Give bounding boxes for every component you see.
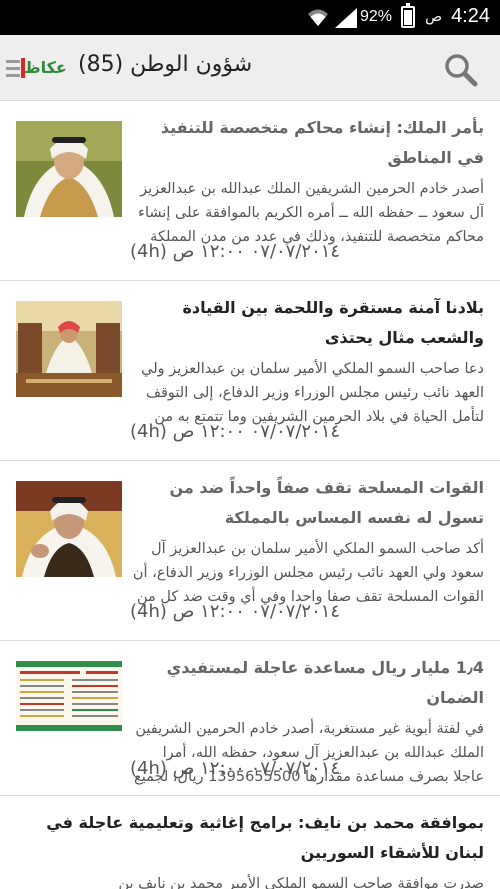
battery-percent: 92% bbox=[359, 8, 392, 25]
article-age: (4h) bbox=[130, 421, 167, 442]
status-ampm: ص bbox=[425, 9, 442, 25]
signal-icon bbox=[335, 8, 357, 28]
list-item[interactable]: بموافقة محمد بن نايف: برامج إغاثية وتعلي… bbox=[0, 796, 500, 889]
article-thumbnail[interactable] bbox=[16, 481, 122, 577]
article-meta: (4h) ٠٧/٠٧/٢٠١٤ ١٢:٠٠ ص bbox=[130, 421, 484, 442]
article-thumbnail[interactable] bbox=[16, 301, 122, 397]
app-logo[interactable]: عكاظ bbox=[21, 56, 72, 80]
list-item[interactable]: القوات المسلحة تقف صفاً واحداً ضد من تسو… bbox=[0, 461, 500, 641]
article-headline[interactable]: 1٫4 مليار ريال مساعدة عاجلة لمستفيدي الض… bbox=[130, 653, 484, 713]
article-age: (4h) bbox=[130, 601, 167, 622]
article-age: (4h) bbox=[130, 758, 167, 779]
article-snippet: أكد صاحب السمو الملكي الأمير سلمان بن عب… bbox=[132, 541, 484, 605]
article-snippet: أصدر خادم الحرمين الشريفين الملك عبدالله… bbox=[138, 181, 484, 245]
article-date: ٠٧/٠٧/٢٠١٤ ١٢:٠٠ ص bbox=[172, 758, 341, 779]
article-snippet: صدرت موافقة صاحب السمو الملكي الأمير محم… bbox=[118, 876, 484, 889]
page-title: شؤون الوطن (85) bbox=[78, 52, 253, 77]
wifi-icon bbox=[308, 9, 328, 26]
article-date: ٠٧/٠٧/٢٠١٤ ١٢:٠٠ ص bbox=[172, 241, 341, 262]
article-thumbnail[interactable] bbox=[16, 121, 122, 217]
article-meta: (4h) ٠٧/٠٧/٢٠١٤ ١٢:٠٠ ص bbox=[130, 601, 484, 622]
list-item[interactable]: بلادنا آمنة مستقرة واللحمة بين القيادة و… bbox=[0, 281, 500, 461]
battery-icon bbox=[401, 3, 415, 28]
app-bar: عكاظ شؤون الوطن (85) bbox=[0, 35, 500, 101]
article-age: (4h) bbox=[130, 241, 167, 262]
status-time: 4:24 bbox=[451, 5, 490, 27]
article-headline[interactable]: بلادنا آمنة مستقرة واللحمة بين القيادة و… bbox=[130, 293, 484, 353]
article-meta: (4h) ٠٧/٠٧/٢٠١٤ ١٢:٠٠ ص bbox=[130, 758, 484, 779]
list-item[interactable]: بأمر الملك: إنشاء محاكم متخصصة للتنفيذ ف… bbox=[0, 101, 500, 281]
article-headline[interactable]: بموافقة محمد بن نايف: برامج إغاثية وتعلي… bbox=[16, 808, 484, 868]
status-bar: 92% ص 4:24 bbox=[0, 0, 500, 35]
menu-icon[interactable] bbox=[6, 58, 20, 78]
article-thumbnail[interactable] bbox=[16, 661, 122, 731]
article-headline[interactable]: القوات المسلحة تقف صفاً واحداً ضد من تسو… bbox=[130, 473, 484, 533]
search-icon[interactable] bbox=[444, 53, 478, 87]
list-item[interactable]: 1٫4 مليار ريال مساعدة عاجلة لمستفيدي الض… bbox=[0, 641, 500, 796]
article-meta: (4h) ٠٧/٠٧/٢٠١٤ ١٢:٠٠ ص bbox=[130, 241, 484, 262]
article-date: ٠٧/٠٧/٢٠١٤ ١٢:٠٠ ص bbox=[172, 601, 341, 622]
article-date: ٠٧/٠٧/٢٠١٤ ١٢:٠٠ ص bbox=[172, 421, 341, 442]
article-headline[interactable]: بأمر الملك: إنشاء محاكم متخصصة للتنفيذ ف… bbox=[130, 113, 484, 173]
article-snippet: دعا صاحب السمو الملكي الأمير سلمان بن عب… bbox=[141, 361, 484, 425]
